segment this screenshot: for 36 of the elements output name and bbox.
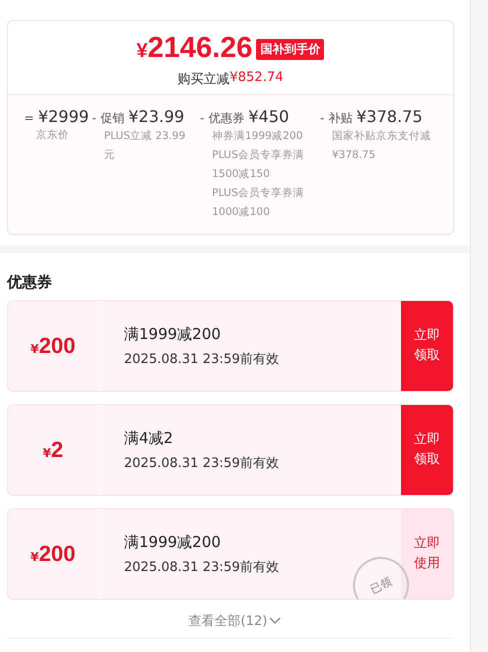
operator: - xyxy=(320,111,324,125)
coupon-amount: ¥2 xyxy=(42,437,64,463)
savings-amount: ¥852.74 xyxy=(230,70,284,87)
price-detail: 国家补贴京东支付减¥378.75 xyxy=(331,129,432,163)
coupon-condition: 满4减2 xyxy=(124,428,174,448)
price-label: 促销 xyxy=(100,110,124,127)
coupon-validity: 2025.08.31 23:59前有效 xyxy=(124,350,280,368)
price-amount: ¥2999 xyxy=(38,107,89,126)
price-tag: 国补到手价 xyxy=(256,39,324,60)
price-label: 优惠券 xyxy=(208,110,244,127)
coupon-condition: 满1999减200 xyxy=(124,532,222,552)
operator: - xyxy=(92,111,96,125)
price-amount: ¥450 xyxy=(248,107,290,126)
price-detail: PLUS会员专享券满1000减100 xyxy=(211,186,306,220)
price-amount: ¥378.75 xyxy=(356,107,423,126)
price-detail: PLUS会员专享券满1500减150 xyxy=(211,148,306,182)
chevron-down-icon xyxy=(269,617,282,625)
price-detail: 神券满1999减200 xyxy=(211,129,304,144)
price-detail: 京东价 xyxy=(35,128,70,143)
view-all-link[interactable]: 查看全部(12) xyxy=(188,612,268,630)
coupon-action-button[interactable]: 立即领取 xyxy=(401,405,453,495)
operator: = xyxy=(24,111,34,125)
coupon-action-button[interactable]: 立即领取 xyxy=(401,301,453,391)
price-detail: PLUS立减 23.99元 xyxy=(103,129,186,163)
coupon-action-button[interactable]: 立即使用 xyxy=(401,509,453,599)
final-price: ¥2146.26 xyxy=(136,31,252,66)
operator: - xyxy=(200,111,204,125)
coupon-condition: 满1999减200 xyxy=(124,324,222,344)
coupon-amount: ¥200 xyxy=(30,541,76,567)
price-label: 补贴 xyxy=(328,110,352,127)
price-amount: ¥23.99 xyxy=(128,107,184,126)
coupon-validity: 2025.08.31 23:59前有效 xyxy=(124,558,280,576)
savings-label: 购买立减 xyxy=(178,71,230,88)
section-title: 优惠券 xyxy=(6,272,53,293)
coupon-validity: 2025.08.31 23:59前有效 xyxy=(124,454,280,472)
coupon-amount: ¥200 xyxy=(30,333,76,359)
